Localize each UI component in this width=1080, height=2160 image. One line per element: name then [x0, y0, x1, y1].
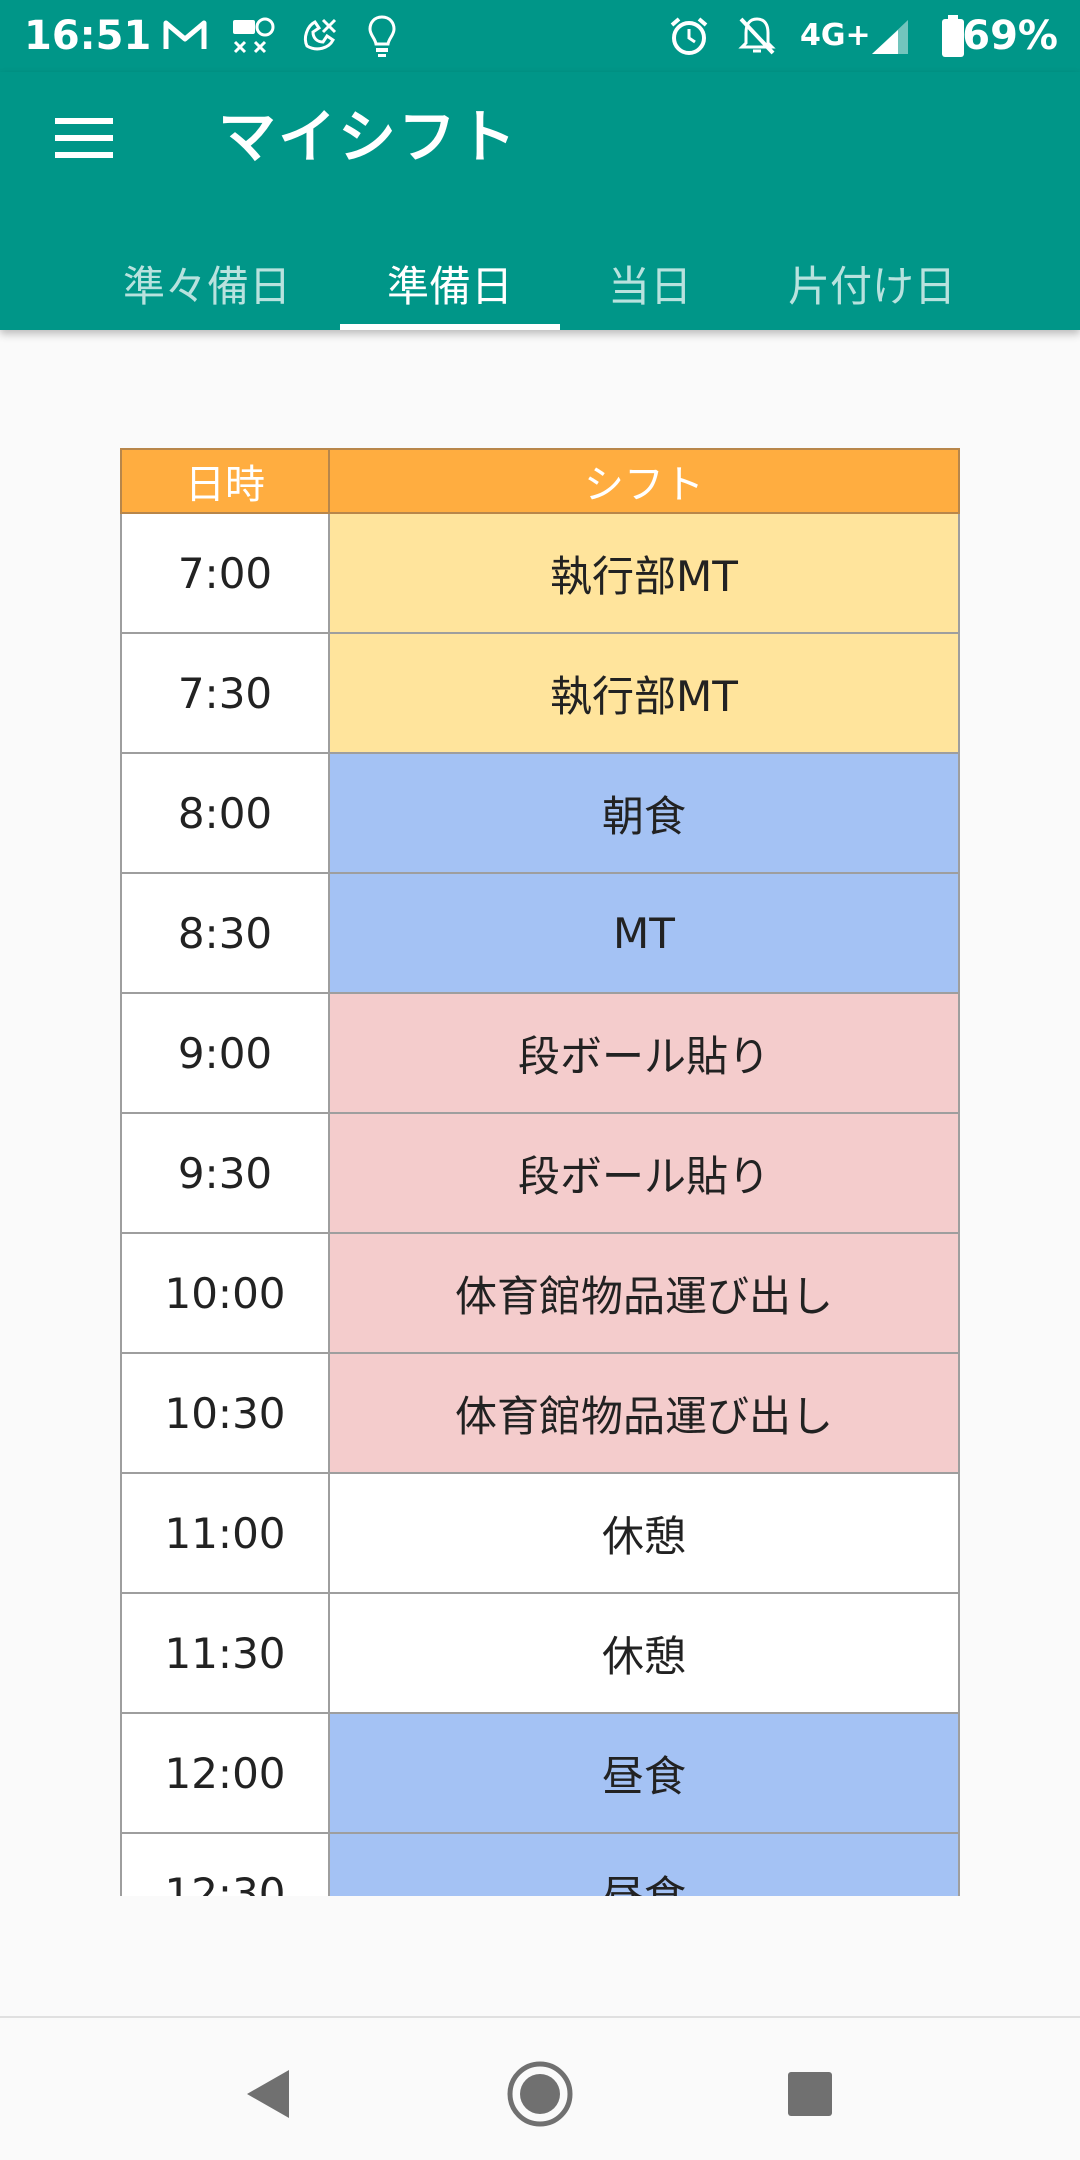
- tab-day-of[interactable]: 当日: [580, 252, 720, 330]
- shift-time-cell: 9:00: [120, 992, 330, 1114]
- recents-icon[interactable]: [770, 2054, 850, 2134]
- tab-indicator: [340, 324, 560, 330]
- header-datetime: 日時: [120, 448, 330, 514]
- shift-time-cell: 8:00: [120, 752, 330, 874]
- table-row: 7:30 執行部MT: [120, 632, 960, 754]
- navigation-bar: [0, 2016, 1080, 2160]
- shift-task-cell: 体育館物品運び出し: [328, 1352, 960, 1474]
- shift-time-cell: 12:00: [120, 1712, 330, 1834]
- missed-call-icon: [294, 14, 344, 58]
- shift-time-cell: 11:30: [120, 1592, 330, 1714]
- tab-pre-day[interactable]: 準備日: [340, 252, 560, 330]
- table-row: 10:00 体育館物品運び出し: [120, 1232, 960, 1354]
- table-row: 8:30 MT: [120, 872, 960, 994]
- shift-task-cell: MT: [328, 872, 960, 994]
- shift-table-body: 7:00 執行部MT 7:30 執行部MT 8:00 朝食 8:30 MT 9:00 段ボール貼り…: [120, 512, 960, 1896]
- table-header-row: 日時 シフト: [120, 448, 960, 514]
- table-row: 7:00 執行部MT: [120, 512, 960, 634]
- network-type: 4G+: [800, 18, 871, 53]
- tab-cleanup-day[interactable]: 片付け日: [760, 252, 984, 330]
- status-time: 16:51: [24, 13, 152, 59]
- shift-task-cell: 体育館物品運び出し: [328, 1232, 960, 1354]
- shift-task-cell: 段ボール貼り: [328, 1112, 960, 1234]
- shift-table-container[interactable]: 日時 シフト 7:00 執行部MT 7:30 執行部MT 8:00 朝食 8:30 MT 9:0…: [120, 448, 960, 1896]
- tab-pre-pre-day[interactable]: 準々備日: [100, 252, 314, 330]
- table-row: 10:30 体育館物品運び出し: [120, 1352, 960, 1474]
- mute-bell-icon: [732, 14, 782, 58]
- home-icon[interactable]: [500, 2054, 580, 2134]
- battery-percent: 69%: [962, 13, 1058, 59]
- shift-time-cell: 10:00: [120, 1232, 330, 1354]
- signal-icon: [866, 14, 918, 58]
- table-row: 11:30 休憩: [120, 1592, 960, 1714]
- table-row: 12:00 昼食: [120, 1712, 960, 1834]
- table-row: 9:30 段ボール貼り: [120, 1112, 960, 1234]
- shift-task-cell: 休憩: [328, 1592, 960, 1714]
- table-row: 9:00 段ボール貼り: [120, 992, 960, 1114]
- shift-time-cell: 9:30: [120, 1112, 330, 1234]
- status-bar: 16:51 4G+ 69%: [0, 0, 1080, 72]
- shift-time-cell: 11:00: [120, 1472, 330, 1594]
- table-row: 11:00 休憩: [120, 1472, 960, 1594]
- shift-time-cell: 12:30: [120, 1832, 330, 1896]
- shift-task-cell: 執行部MT: [328, 632, 960, 754]
- shift-time-cell: 7:00: [120, 512, 330, 634]
- shift-table: 日時 シフト 7:00 執行部MT 7:30 執行部MT 8:00 朝食 8:30 MT 9:0…: [120, 448, 960, 1896]
- lightbulb-icon: [362, 14, 402, 58]
- table-row: 8:00 朝食: [120, 752, 960, 874]
- shift-task-cell: 昼食: [328, 1712, 960, 1834]
- app-bar: マイシフト 準々備日 準備日 当日 片付け日: [0, 72, 1080, 330]
- shift-task-cell: 朝食: [328, 752, 960, 874]
- tab-bar: 準々備日 準備日 当日 片付け日: [0, 252, 1080, 330]
- app-title: マイシフト: [218, 103, 519, 171]
- hamburger-menu-icon[interactable]: [48, 108, 120, 168]
- back-icon[interactable]: [228, 2054, 308, 2134]
- shift-time-cell: 10:30: [120, 1352, 330, 1474]
- shift-task-cell: 昼食: [328, 1832, 960, 1896]
- shift-task-cell: 休憩: [328, 1472, 960, 1594]
- shift-task-cell: 段ボール貼り: [328, 992, 960, 1114]
- shift-task-cell: 執行部MT: [328, 512, 960, 634]
- header-shift: シフト: [328, 448, 960, 514]
- shift-time-cell: 8:30: [120, 872, 330, 994]
- gmail-icon: [160, 14, 210, 58]
- alarm-icon: [664, 14, 714, 58]
- shift-time-cell: 7:30: [120, 632, 330, 754]
- pay-icon: [228, 14, 278, 58]
- table-row: 12:30 昼食: [120, 1832, 960, 1896]
